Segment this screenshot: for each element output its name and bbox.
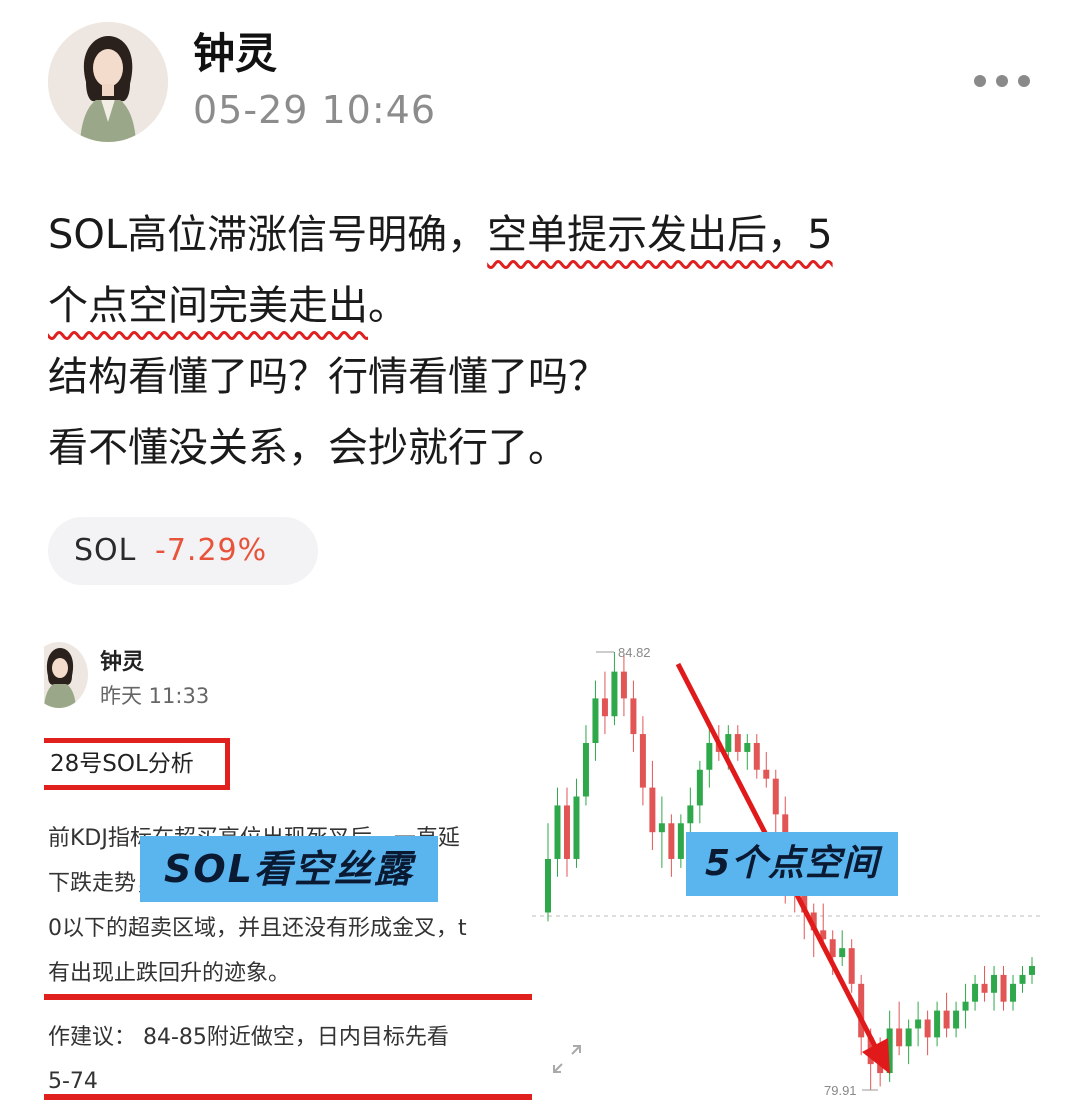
quoted-timestamp: 昨天 11:33 xyxy=(100,684,210,708)
candle-body xyxy=(896,1028,903,1047)
quoted-author-avatar xyxy=(44,642,88,708)
candle-body xyxy=(981,983,988,993)
candle-body xyxy=(545,858,551,913)
candle-body xyxy=(696,769,703,806)
post-timestamp: 05-29 10:46 xyxy=(193,88,437,132)
highlight-line-bottom xyxy=(44,1094,532,1100)
author-name[interactable]: 钟灵 xyxy=(193,20,277,81)
candle-body xyxy=(763,769,770,779)
candle-body xyxy=(924,1019,931,1038)
ticker-symbol: SOL xyxy=(74,533,137,568)
candle-body xyxy=(772,778,779,815)
candle-body xyxy=(649,787,656,833)
author-avatar[interactable] xyxy=(48,22,168,142)
candle-body xyxy=(839,948,846,958)
more-options-icon[interactable] xyxy=(972,66,1034,96)
candle-body xyxy=(601,698,608,717)
candle-body xyxy=(953,1010,960,1029)
candle-body xyxy=(630,698,637,735)
candle-body xyxy=(991,974,998,993)
post-body: SOL高位滞涨信号明确，空单提示发出后，5 个点空间完美走出。 结构看懂了吗？行… xyxy=(48,200,1048,484)
post-line-1: SOL高位滞涨信号明确，空单提示发出后，5 xyxy=(48,212,833,258)
quoted-post-screenshot: 钟灵 昨天 11:33 28号SOL分析 前KDJ指标在超买高位出现死叉后，一直… xyxy=(44,628,532,1108)
banner-five-points: 5个点空间 xyxy=(686,832,898,896)
expand-icon xyxy=(553,1045,581,1073)
highlighted-text-2: 个点空间完美走出 xyxy=(48,283,368,329)
banner-sol-bearish: SOL看空丝露 xyxy=(140,836,438,902)
candle-body xyxy=(563,805,570,859)
low-price-label: 79.91 xyxy=(824,1083,857,1098)
candle-body xyxy=(943,1010,950,1029)
candle-body xyxy=(592,698,599,743)
candle-body xyxy=(582,742,589,797)
candle-body xyxy=(554,805,561,859)
candle-body xyxy=(677,823,684,859)
candle-body xyxy=(915,1019,922,1029)
ticker-change: -7.29% xyxy=(155,533,268,568)
candle-body xyxy=(1019,974,1026,984)
candle-body xyxy=(734,734,741,752)
candle-body xyxy=(905,1028,912,1047)
candle-body xyxy=(934,1010,941,1038)
candle-body xyxy=(1029,966,1035,975)
highlighted-text-1: 空单提示发出后，5 xyxy=(487,212,833,258)
candle-body xyxy=(687,805,694,824)
candle-body xyxy=(668,823,675,859)
highlight-line-top xyxy=(44,994,532,1000)
ticker-chip[interactable]: SOL -7.29% xyxy=(48,517,318,585)
quoted-title: 28号SOL分析 xyxy=(50,751,194,777)
candle-body xyxy=(972,983,979,1002)
candle-body xyxy=(573,796,580,859)
candle-body xyxy=(1010,983,1017,1002)
candle-body xyxy=(658,823,665,833)
quoted-author-name: 钟灵 xyxy=(100,650,145,675)
candle-body xyxy=(620,671,627,699)
candle-body xyxy=(962,1001,969,1011)
candle-body xyxy=(706,742,713,770)
candle-body xyxy=(639,734,646,788)
candle-body xyxy=(725,734,732,752)
candle-body xyxy=(611,671,618,717)
quoted-advice: 作建议： 84-85附近做空，日内目标先看 5-74 xyxy=(48,1025,449,1094)
candle-body xyxy=(744,742,751,752)
post-line-2: 个点空间完美走出。 xyxy=(48,283,408,329)
post-line-3: 结构看懂了吗？行情看懂了吗？ xyxy=(48,354,608,400)
candle-body xyxy=(753,742,760,770)
candle-body xyxy=(1000,974,1007,1002)
post-line-4: 看不懂没关系，会抄就行了。 xyxy=(48,425,568,471)
attached-image[interactable]: 钟灵 昨天 11:33 28号SOL分析 前KDJ指标在超买高位出现死叉后，一直… xyxy=(44,628,1040,1108)
candle-body xyxy=(848,948,855,984)
candle-body xyxy=(829,939,836,958)
high-price-label: 84.82 xyxy=(618,645,651,660)
